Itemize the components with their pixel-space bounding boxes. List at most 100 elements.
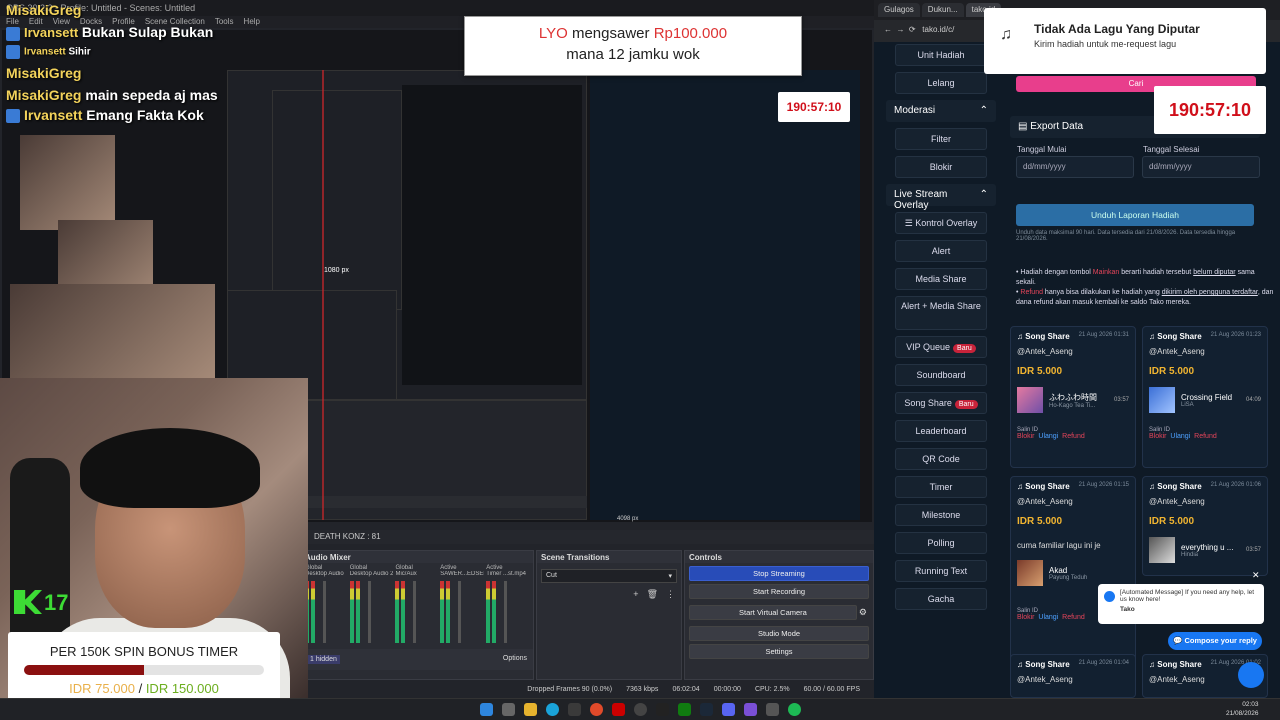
volume-meter (440, 581, 445, 643)
ulangi-link[interactable]: Ulangi (1038, 614, 1058, 621)
sidebar-item-running-text[interactable]: Running Text (895, 560, 987, 582)
reload-icon[interactable]: ⟳ (909, 25, 916, 34)
sidebar-section-live-overlay[interactable]: Live Stream Overlay ⌃ (886, 184, 996, 211)
store-icon[interactable] (568, 703, 581, 716)
app-icon[interactable] (766, 703, 779, 716)
obs-icon[interactable] (634, 703, 647, 716)
opera-icon[interactable] (612, 703, 625, 716)
download-report-button[interactable]: Unduh Laporan Hadiah (1016, 204, 1254, 226)
studio-mode-button[interactable]: Studio Mode (689, 626, 869, 641)
chat-line: Irvansett Bukan Sulap Bukan (6, 24, 306, 41)
sidebar-item-unit-hadiah[interactable]: Unit Hadiah (895, 44, 987, 66)
controls-title: Controls (685, 551, 873, 563)
sidebar-item-qr-code[interactable]: QR Code (895, 448, 987, 470)
support-chat-popup[interactable]: [Automated Message] If you need any help… (1098, 584, 1264, 624)
edge-icon[interactable] (546, 703, 559, 716)
avatar (6, 44, 20, 59)
avatar (6, 26, 20, 41)
sidebar-item-media-share[interactable]: Media Share (895, 268, 987, 290)
ulangi-link[interactable]: Ulangi (1038, 433, 1058, 440)
new-badge: Baru (953, 344, 976, 353)
file-explorer-icon[interactable] (524, 703, 537, 716)
rec-time: 00:00:00 (713, 685, 741, 693)
sidebar-item-gacha[interactable]: Gacha (895, 588, 987, 610)
scene-transitions-dock: Scene Transitions Cut ▾ + 🗑 ⋮ (536, 550, 682, 680)
channel-name: Timer ...st.mp4 (486, 571, 527, 577)
trash-icon[interactable]: 🗑 (647, 589, 658, 600)
volume-slider[interactable] (367, 581, 371, 643)
sidebar-item-polling[interactable]: Polling (895, 532, 987, 554)
chat-message: Sihir (68, 46, 91, 58)
browser-tab[interactable]: Gulagos (878, 3, 920, 17)
spin-current: IDR 75.000 (69, 681, 135, 696)
end-date-input[interactable]: dd/mm/yyyy (1142, 156, 1260, 178)
volume-slider[interactable] (323, 581, 326, 643)
card-date: 21 Aug 2026 01:06 (1210, 482, 1261, 488)
ulangi-link[interactable]: Ulangi (1170, 433, 1190, 440)
refund-link[interactable]: Refund (1194, 433, 1217, 440)
steam-icon[interactable] (700, 703, 713, 716)
compose-reply-button[interactable]: 💬 Compose your reply (1168, 632, 1262, 650)
spotify-icon[interactable] (788, 703, 801, 716)
popup-sender: Tako (1120, 606, 1135, 613)
sidebar-item-vip-queue[interactable]: VIP Queue Baru (895, 336, 987, 358)
donation-message: mana 12 jamku wok (566, 46, 700, 63)
more-icon[interactable]: ⋮ (666, 589, 675, 600)
capcut-icon[interactable] (656, 703, 669, 716)
start-date-input[interactable]: dd/mm/yyyy (1016, 156, 1134, 178)
chat-bubble-icon[interactable] (1238, 662, 1264, 688)
forward-icon[interactable]: → (896, 25, 904, 34)
song-artist: LiSA (1181, 401, 1194, 408)
start-virtual-camera-button[interactable]: Start Virtual Camera (689, 605, 857, 620)
blokir-link[interactable]: Blokir (1017, 614, 1035, 621)
volume-slider[interactable] (458, 581, 462, 643)
sidebar-item-timer[interactable]: Timer (895, 476, 987, 498)
sidebar-item-song-share[interactable]: Song Share Baru (895, 392, 987, 414)
song-title: everything u ... (1181, 542, 1234, 552)
gear-icon[interactable]: ⚙ (859, 607, 867, 618)
browser-icon[interactable] (590, 703, 603, 716)
song-share-card: ♫ Song Share 21 Aug 2026 01:23 @Antek_Ase… (1142, 326, 1268, 468)
browser-tab[interactable]: Dukun... (921, 3, 964, 17)
nested-screen-2 (272, 90, 402, 310)
chat-icon: 💬 (1173, 636, 1185, 645)
sidebar-item-milestone[interactable]: Milestone (895, 504, 987, 526)
sidebar-item-filter[interactable]: Filter (895, 128, 987, 150)
add-icon[interactable]: + (633, 589, 638, 600)
settings-button[interactable]: Settings (689, 644, 869, 659)
sidebar-item-leaderboard[interactable]: Leaderboard (895, 420, 987, 442)
volume-slider[interactable] (504, 581, 508, 643)
taskview-icon[interactable] (502, 703, 515, 716)
info-text: Refund (1020, 289, 1043, 296)
card-amount: IDR 5.000 (1017, 366, 1063, 377)
transition-select[interactable]: Cut ▾ (541, 569, 677, 583)
refund-link[interactable]: Refund (1062, 433, 1085, 440)
sidebar-item-kontrol-overlay[interactable]: ☰ Kontrol Overlay (895, 212, 987, 234)
refund-link[interactable]: Refund (1062, 614, 1085, 621)
sidebar-item-blokir[interactable]: Blokir (895, 156, 987, 178)
sidebar-item-soundboard[interactable]: Soundboard (895, 364, 987, 386)
back-icon[interactable]: ← (884, 25, 892, 34)
app-icon[interactable] (744, 703, 757, 716)
mixer-channel: Global Desktop Audio 2 (349, 565, 393, 643)
discord-icon[interactable] (722, 703, 735, 716)
blokir-link[interactable]: Blokir (1017, 433, 1035, 440)
close-icon[interactable]: ✕ (1252, 570, 1260, 581)
options-button[interactable]: Options (503, 655, 527, 664)
card-type: ♫ Song Share (1149, 332, 1202, 341)
stop-streaming-button[interactable]: Stop Streaming (689, 566, 869, 581)
hidden-label[interactable]: 1 hidden (307, 655, 340, 664)
start-recording-button[interactable]: Start Recording (689, 584, 869, 599)
card-type-label: Song Share (1157, 332, 1202, 341)
sidebar-item-alert-media-share[interactable]: Alert + Media Share (895, 296, 987, 330)
sidebar-section-moderasi[interactable]: Moderasi ⌃ (886, 100, 996, 122)
volume-slider[interactable] (413, 581, 417, 643)
xbox-icon[interactable] (678, 703, 691, 716)
sidebar-item-lelang[interactable]: Lelang (895, 72, 987, 94)
card-date: 21 Aug 2026 01:15 (1078, 482, 1129, 488)
blokir-link[interactable]: Blokir (1149, 433, 1167, 440)
card-date: 21 Aug 2026 01:04 (1078, 660, 1129, 666)
system-clock[interactable]: 02:03 21/08/2026 (1226, 700, 1259, 718)
sidebar-item-alert[interactable]: Alert (895, 240, 987, 262)
start-icon[interactable] (480, 703, 493, 716)
